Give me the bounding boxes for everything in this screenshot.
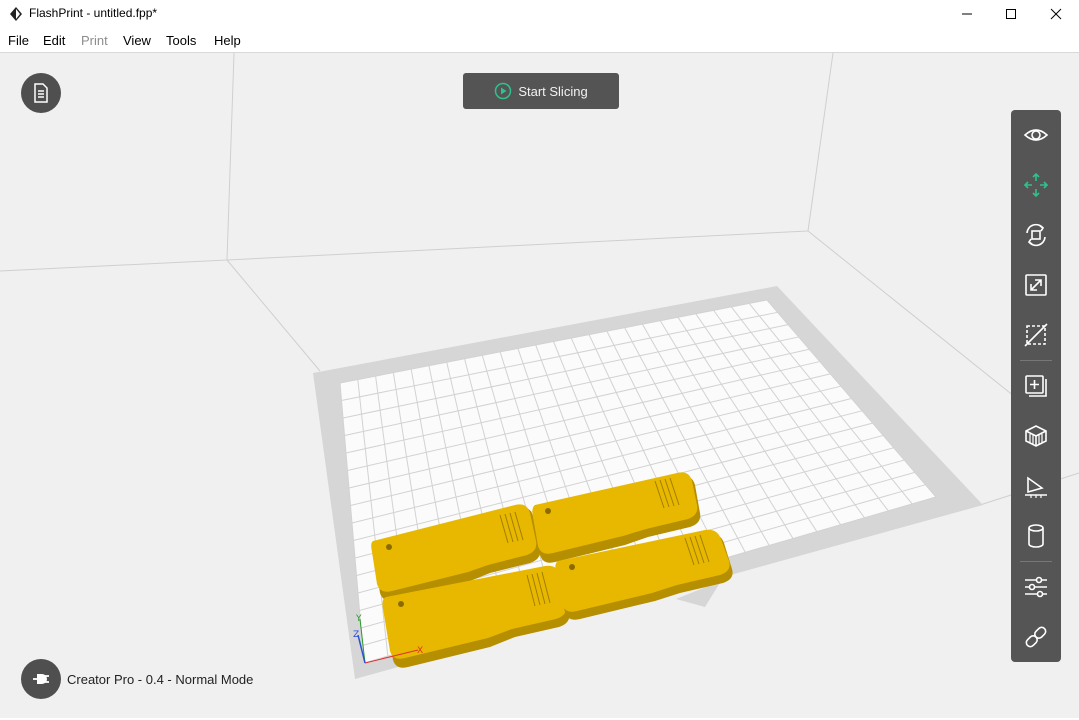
start-slicing-button[interactable]: Start Slicing bbox=[463, 73, 619, 109]
view-tool-button[interactable] bbox=[1011, 110, 1061, 160]
rotate-tool-button[interactable] bbox=[1011, 210, 1061, 260]
window-title: FlashPrint - untitled.fpp* bbox=[29, 6, 158, 20]
add-model-icon bbox=[1025, 375, 1047, 397]
minimize-button[interactable] bbox=[944, 0, 990, 28]
scale-tool-button[interactable] bbox=[1011, 260, 1061, 310]
flashprint-logo-icon bbox=[10, 7, 22, 21]
model-info-button[interactable] bbox=[21, 73, 61, 113]
shell-tool-button[interactable] bbox=[1011, 511, 1061, 561]
close-icon bbox=[1050, 8, 1062, 20]
plug-icon bbox=[33, 674, 49, 684]
rotate-icon bbox=[1026, 223, 1046, 247]
axis-y-label: Y bbox=[355, 614, 362, 624]
menu-edit[interactable]: Edit bbox=[43, 33, 65, 48]
print-settings-button[interactable] bbox=[1011, 562, 1061, 612]
scale-icon bbox=[1025, 274, 1047, 296]
edit-toolbar bbox=[1011, 110, 1061, 662]
lay-flat-icon bbox=[1025, 476, 1047, 498]
title-bar: FlashPrint - untitled.fpp* bbox=[0, 0, 1079, 28]
supports-tool-button[interactable] bbox=[1011, 411, 1061, 461]
cylinder-icon bbox=[1028, 524, 1044, 548]
supports-icon bbox=[1025, 425, 1047, 447]
start-slicing-label: Start Slicing bbox=[518, 83, 588, 99]
maximize-icon bbox=[1006, 9, 1016, 19]
link-icon bbox=[1025, 626, 1047, 648]
menu-file[interactable]: File bbox=[8, 33, 29, 48]
printer-status-text: Creator Pro - 0.4 - Normal Mode bbox=[67, 672, 254, 687]
axis-x-label: X bbox=[417, 646, 423, 656]
cut-icon bbox=[1024, 323, 1048, 347]
3d-viewport[interactable]: X Y Z Start Slicing Creator Pro - 0.4 - … bbox=[0, 53, 1079, 718]
close-button[interactable] bbox=[1033, 0, 1079, 28]
printer-connection-button[interactable] bbox=[21, 659, 61, 699]
menu-bar: File Edit Print View Tools Help bbox=[0, 28, 1079, 53]
maximize-button[interactable] bbox=[988, 0, 1034, 28]
move-tool-button[interactable] bbox=[1011, 160, 1061, 210]
lay-on-face-button[interactable] bbox=[1011, 461, 1061, 511]
sliders-icon bbox=[1025, 576, 1047, 598]
menu-tools[interactable]: Tools bbox=[166, 33, 196, 48]
play-icon bbox=[495, 82, 512, 100]
cut-tool-button[interactable] bbox=[1011, 310, 1061, 360]
eye-icon bbox=[1023, 129, 1049, 141]
menu-help[interactable]: Help bbox=[214, 33, 241, 48]
menu-print[interactable]: Print bbox=[81, 33, 108, 48]
connect-printer-button[interactable] bbox=[1011, 612, 1061, 662]
minimize-icon bbox=[962, 13, 972, 15]
build-volume-scene: X Y Z bbox=[0, 53, 1079, 679]
document-icon bbox=[34, 83, 48, 103]
axis-z-label: Z bbox=[353, 630, 359, 640]
menu-view[interactable]: View bbox=[123, 33, 151, 48]
move-arrows-icon bbox=[1023, 172, 1049, 198]
add-model-button[interactable] bbox=[1011, 361, 1061, 411]
flashprint-window: FlashPrint - untitled.fpp* File Edit Pri… bbox=[0, 0, 1079, 720]
